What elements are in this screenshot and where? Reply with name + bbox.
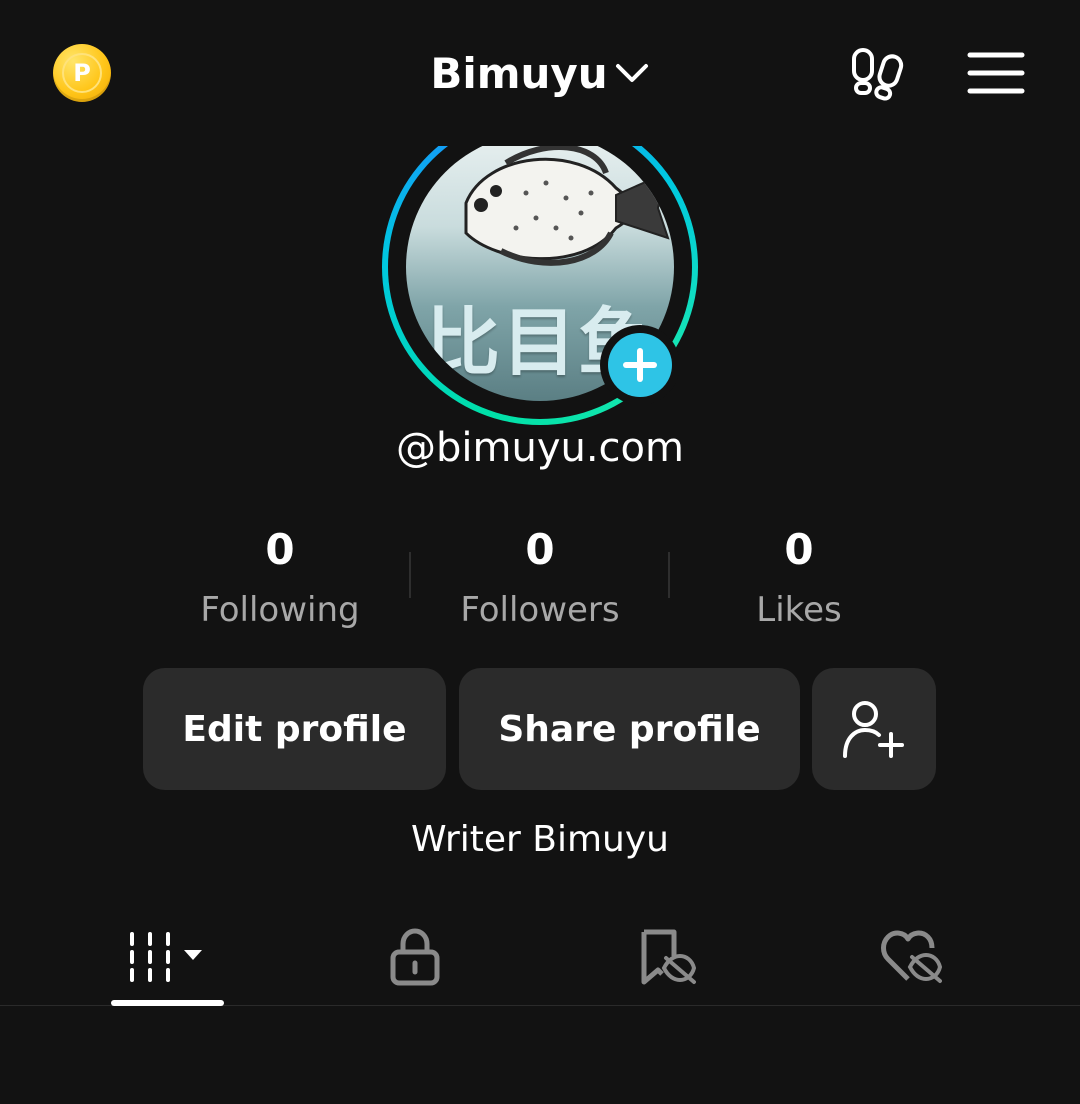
coin-letter: P (73, 59, 91, 87)
tab-reposts[interactable] (612, 912, 722, 1002)
edit-profile-button[interactable]: Edit profile (143, 668, 446, 790)
stat-following[interactable]: 0 Following (150, 522, 410, 638)
tab-private[interactable] (360, 912, 470, 1002)
active-tab-indicator (111, 1000, 224, 1006)
coins-button[interactable]: P (53, 44, 111, 102)
stat-likes[interactable]: 0 Likes (669, 522, 929, 638)
stat-likes-label: Likes (756, 590, 842, 630)
share-profile-button[interactable]: Share profile (459, 668, 800, 790)
share-profile-label: Share profile (498, 708, 761, 750)
account-switcher-wrap: Bimuyu (0, 44, 1080, 104)
stat-followers[interactable]: 0 Followers (410, 522, 670, 638)
plus-icon (608, 333, 672, 397)
add-user-icon (843, 701, 904, 758)
lock-icon (390, 928, 440, 986)
bookmark-hidden-icon (641, 929, 696, 985)
add-friends-button[interactable] (812, 668, 936, 790)
videos-grid-icon (129, 932, 202, 982)
footprints-icon[interactable] (848, 44, 908, 104)
profile-handle: @bimuyu.com (396, 425, 684, 471)
chevron-down-icon (615, 64, 648, 82)
account-switcher[interactable]: Bimuyu (430, 44, 649, 104)
heart-hidden-icon (881, 930, 942, 983)
add-photo-button[interactable] (600, 325, 680, 405)
stat-followers-label: Followers (460, 590, 620, 630)
stat-likes-value: 0 (784, 525, 814, 574)
stat-followers-value: 0 (525, 525, 555, 574)
profile-bio: Writer Bimuyu (411, 819, 669, 860)
edit-profile-label: Edit profile (182, 708, 407, 750)
menu-icon[interactable] (966, 50, 1026, 96)
profile-username: Bimuyu (430, 49, 608, 98)
stat-following-label: Following (200, 590, 360, 630)
tab-liked[interactable] (856, 912, 966, 1002)
fish-illustration (464, 146, 670, 266)
stat-following-value: 0 (265, 525, 295, 574)
tab-videos[interactable] (111, 912, 224, 1002)
coin-icon: P (62, 53, 102, 93)
